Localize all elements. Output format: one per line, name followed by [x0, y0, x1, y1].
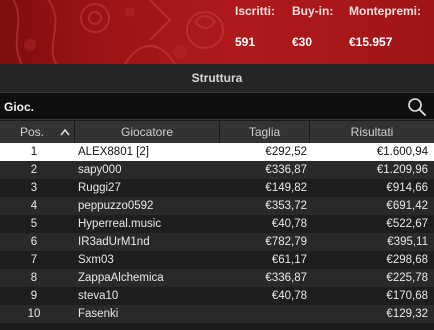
- table-row[interactable]: 8 ZappaAlchemica €336,87 €225,78: [0, 269, 434, 287]
- tournament-stats: Iscritti: 591 Buy-in: €30 Montepremi: €1…: [0, 0, 434, 64]
- sort-ascending-icon[interactable]: [60, 128, 70, 136]
- table-row[interactable]: 9 steva10 €40,78 €170,68: [0, 287, 434, 305]
- search-icon[interactable]: [407, 97, 427, 117]
- tournament-structure-screen: Iscritti: 591 Buy-in: €30 Montepremi: €1…: [0, 0, 434, 330]
- cell-size: [220, 305, 307, 323]
- player-search-bar: [0, 92, 434, 120]
- cell-result: €1.600,94: [376, 146, 428, 158]
- cell-player-name: Ruggi27: [78, 182, 121, 194]
- cell-player-name: ALEX8801 [2]: [78, 146, 149, 158]
- cell-size: €336,87: [265, 164, 307, 176]
- cell-size: €292,52: [265, 146, 307, 158]
- column-header-results[interactable]: Risultati: [310, 121, 434, 143]
- cell-player-name: peppuzzo0592: [78, 200, 154, 212]
- cell-result: €522,67: [386, 218, 428, 230]
- cell-position: 10: [27, 308, 41, 320]
- cell-player-name: ZappaAlchemica: [78, 272, 164, 284]
- cell-size: €40,78: [271, 290, 307, 302]
- cell-player-name: steva10: [78, 290, 119, 302]
- column-header-player-label: Giocatore: [120, 125, 174, 139]
- cell-size: €336,87: [265, 272, 307, 284]
- cell-result: €225,78: [386, 272, 428, 284]
- cell-position: 9: [30, 290, 38, 302]
- table-row[interactable]: 3 Ruggi27 €149,82 €914,66: [0, 179, 434, 197]
- cell-size: €61,17: [271, 254, 307, 266]
- results-table-body: 1 ALEX8801 [2] €292,52 €1.600,94 2 sapy000 €33…: [0, 143, 434, 330]
- cell-player-name: Sxm03: [78, 254, 114, 266]
- cell-result: €1.209,96: [376, 164, 428, 176]
- cell-result: €691,42: [386, 200, 428, 212]
- column-header-size[interactable]: Taglia: [220, 121, 310, 143]
- cell-result: €298,68: [386, 254, 428, 266]
- column-header-size-label: Taglia: [248, 125, 281, 139]
- cell-position: 3: [30, 182, 38, 194]
- table-row[interactable]: 7 Sxm03 €61,17 €298,68: [0, 251, 434, 269]
- cell-player-name: Fasenki: [78, 308, 119, 320]
- table-row[interactable]: 6 IR3adUrM1nd €782,79 €395,11: [0, 233, 434, 251]
- column-header-player[interactable]: Giocatore: [75, 121, 220, 143]
- cell-size: €353,72: [265, 200, 307, 212]
- stat-label-prizepool: Montepremi:: [349, 4, 421, 18]
- table-row[interactable]: 4 peppuzzo0592 €353,72 €691,42: [0, 197, 434, 215]
- table-row[interactable]: 10 Fasenki €129,32: [0, 305, 434, 323]
- cell-position: 7: [30, 254, 38, 266]
- table-row[interactable]: 5 Hyperreal.music €40,78 €522,67: [0, 215, 434, 233]
- cell-position: 4: [30, 200, 38, 212]
- cell-size: €40,78: [271, 218, 307, 230]
- cell-result: €914,66: [386, 182, 428, 194]
- stat-value-buyin: €30: [292, 35, 313, 49]
- cell-player-name: Hyperreal.music: [78, 218, 162, 230]
- cell-result: €129,32: [386, 308, 428, 320]
- table-row[interactable]: 1 ALEX8801 [2] €292,52 €1.600,94: [0, 143, 434, 161]
- cell-result: €170,68: [386, 290, 428, 302]
- cell-position: 1: [30, 146, 38, 158]
- column-header-position[interactable]: Pos.: [0, 121, 75, 143]
- cell-size: €149,82: [265, 182, 307, 194]
- table-row[interactable]: 2 sapy000 €336,87 €1.209,96: [0, 161, 434, 179]
- stat-value-entrants: 591: [235, 35, 256, 49]
- cell-position: 8: [30, 272, 38, 284]
- player-search-input[interactable]: [4, 97, 394, 117]
- results-table-header: Pos. Giocatore Taglia Risultati: [0, 121, 434, 143]
- cell-player-name: sapy000: [78, 164, 122, 176]
- stat-label-buyin: Buy-in:: [292, 4, 334, 18]
- stat-value-prizepool: €15.957: [349, 35, 393, 49]
- column-header-results-label: Risultati: [350, 125, 394, 139]
- column-header-position-label: Pos.: [20, 125, 45, 139]
- cell-size: €782,79: [265, 236, 307, 248]
- section-title: Struttura: [0, 64, 434, 92]
- cell-result: €395,11: [387, 236, 428, 248]
- tournament-banner: Iscritti: 591 Buy-in: €30 Montepremi: €1…: [0, 0, 434, 64]
- cell-position: 6: [30, 236, 38, 248]
- cell-position: 2: [30, 164, 38, 176]
- cell-position: 5: [30, 218, 38, 230]
- cell-player-name: IR3adUrM1nd: [78, 236, 150, 248]
- stat-label-entrants: Iscritti:: [235, 4, 276, 18]
